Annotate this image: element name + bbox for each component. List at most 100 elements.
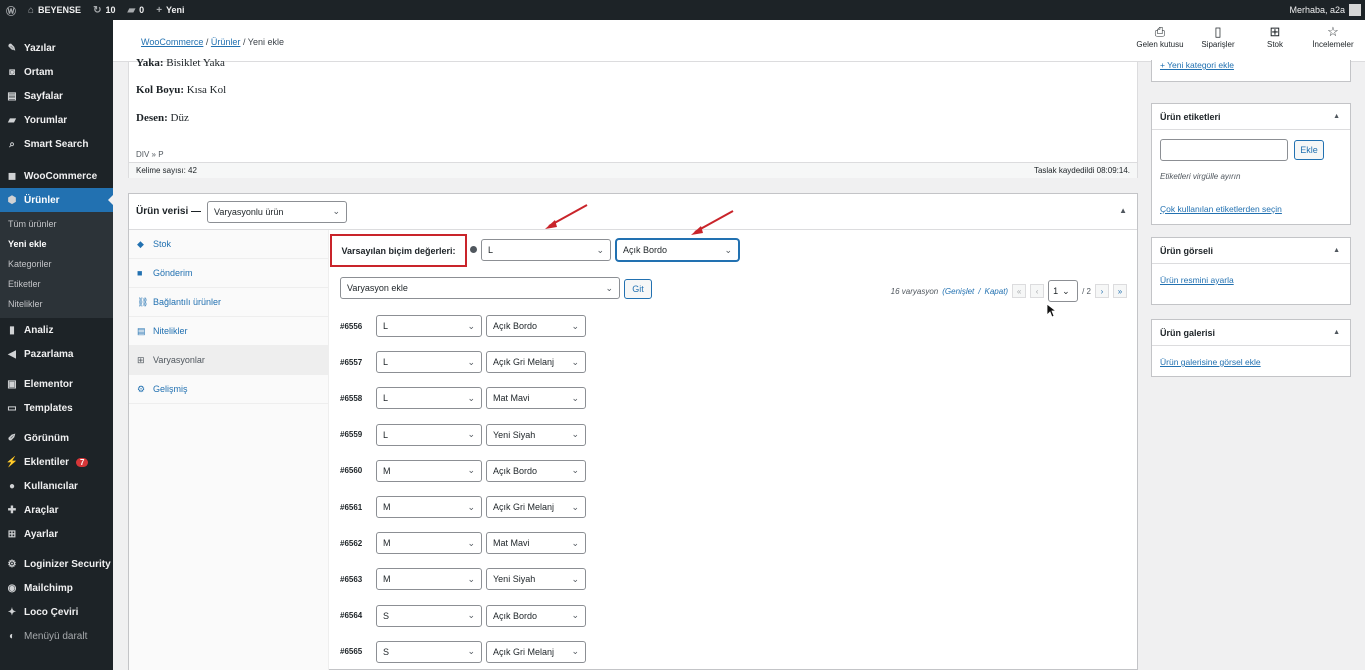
menu-collapse[interactable]: ◐ Menüyü daralt: [0, 624, 113, 648]
update-badge: 7: [76, 457, 89, 467]
next-page-button[interactable]: ›: [1095, 284, 1109, 298]
variation-size-select[interactable]: L ⌄: [376, 423, 482, 446]
variation-row[interactable]: #6558 L ⌄ Mat Mavi ⌄: [340, 387, 586, 410]
set-image-link[interactable]: Ürün resmini ayarla: [1160, 275, 1234, 285]
variation-row[interactable]: #6559 L ⌄ Yeni Siyah ⌄: [340, 423, 586, 446]
crumb-woocommerce[interactable]: WooCommerce: [141, 37, 203, 47]
variation-size-select[interactable]: L ⌄: [376, 351, 482, 374]
page-select[interactable]: 1 ⌄: [1048, 280, 1079, 302]
account-link[interactable]: Merhaba, a2a: [1289, 4, 1365, 16]
prev-page-button[interactable]: ‹: [1030, 284, 1045, 298]
first-page-button[interactable]: «: [1012, 284, 1027, 298]
tab-list[interactable]: ▤ Nitelikler: [129, 317, 328, 346]
tab-truck[interactable]: ■ Gönderim: [129, 259, 328, 288]
tags-input[interactable]: [1160, 139, 1288, 161]
close-link[interactable]: Kapat): [985, 287, 1009, 296]
variation-row[interactable]: #6562 M ⌄ Mat Mavi ⌄: [340, 532, 586, 555]
variation-row[interactable]: #6557 L ⌄ Açık Gri Melanj ⌄: [340, 351, 586, 374]
updates-link[interactable]: ↻ 10: [87, 0, 121, 20]
variation-color-select[interactable]: Açık Bordo ⌄: [486, 315, 586, 337]
variation-color-select[interactable]: Yeni Siyah ⌄: [486, 423, 586, 446]
variation-size-select[interactable]: M ⌄: [376, 459, 482, 482]
submenu-item[interactable]: Nitelikler: [0, 294, 113, 314]
stock-button[interactable]: ⊞ Stok: [1251, 24, 1299, 49]
menu-elementor[interactable]: ▣ Elementor: [0, 372, 113, 396]
inbox-button[interactable]: ⎙ Gelen kutusu: [1136, 24, 1184, 49]
orders-button[interactable]: ▯ Siparişler: [1194, 24, 1242, 49]
menu-kullan-c-lar[interactable]: ● Kullanıcılar: [0, 474, 113, 498]
menu-eklentiler[interactable]: ⚡ Eklentiler 7: [0, 450, 113, 474]
crumb-products[interactable]: Ürünler: [211, 37, 241, 47]
new-content-link[interactable]: + Yeni: [150, 0, 190, 20]
menu-mailchimp[interactable]: ◉ Mailchimp: [0, 576, 113, 600]
go-button[interactable]: Git: [624, 279, 652, 299]
menu-smart-search[interactable]: ⌕ Smart Search: [0, 132, 113, 156]
reviews-button[interactable]: ☆ İncelemeler: [1309, 24, 1357, 49]
menu-sayfalar[interactable]: ▤ Sayfalar: [0, 84, 113, 108]
menu-ayarlar[interactable]: ⊞ Ayarlar: [0, 522, 113, 546]
menu-woocommerce[interactable]: ◼ WooCommerce: [0, 164, 113, 188]
tab-grid[interactable]: ⊞ Varyasyonlar: [129, 346, 328, 375]
wp-logo[interactable]: Ⓦ: [0, 0, 22, 20]
bulk-action-select[interactable]: Varyasyon ekle ⌄: [340, 277, 620, 299]
variation-size-select[interactable]: M ⌄: [376, 532, 482, 555]
variation-row[interactable]: #6563 M ⌄ Yeni Siyah ⌄: [340, 568, 586, 591]
variation-row[interactable]: #6565 S ⌄ Açık Gri Melanj ⌄: [340, 640, 586, 663]
add-gallery-link[interactable]: Ürün galerisine görsel ekle: [1160, 357, 1261, 367]
menu-loco-eviri[interactable]: ✦ Loco Çeviri: [0, 600, 113, 624]
menu-g-r-n-m[interactable]: ✐ Görünüm: [0, 426, 113, 450]
submenu-item[interactable]: Etiketler: [0, 274, 113, 294]
variation-color-select[interactable]: Açık Gri Melanj ⌄: [486, 351, 586, 374]
menu-ara-lar[interactable]: ✚ Araçlar: [0, 498, 113, 522]
default-size-select[interactable]: L ⌄: [481, 239, 611, 261]
menu-pazarlama[interactable]: ◀ Pazarlama: [0, 342, 113, 366]
menu-yaz-lar[interactable]: ✎ Yazılar: [0, 36, 113, 60]
help-icon[interactable]: [470, 246, 477, 253]
variation-size-select[interactable]: S ⌄: [376, 640, 482, 663]
tags-header[interactable]: Ürün etiketleri ▲: [1152, 104, 1350, 130]
menu-templates[interactable]: ▭ Templates: [0, 396, 113, 420]
submenu-item[interactable]: Kategoriler: [0, 254, 113, 274]
last-page-button[interactable]: »: [1113, 284, 1127, 298]
menu-yorumlar[interactable]: ▰ Yorumlar: [0, 108, 113, 132]
product-type-select[interactable]: Varyasyonlu ürün ⌄: [207, 200, 348, 223]
variation-row[interactable]: #6561 M ⌄ Açık Gri Melanj ⌄: [340, 496, 586, 518]
analytics-icon: ▮: [9, 324, 15, 336]
comments-link[interactable]: ▰ 0: [121, 0, 150, 20]
variation-color-select[interactable]: Açık Bordo ⌄: [486, 459, 586, 482]
variation-color-select[interactable]: Yeni Siyah ⌄: [486, 568, 586, 591]
variation-size-select[interactable]: L ⌄: [376, 387, 482, 410]
popular-tags-link[interactable]: Çok kullanılan etiketlerden seçin: [1160, 204, 1282, 214]
variation-size-select[interactable]: M ⌄: [376, 568, 482, 591]
menu-products[interactable]: ⬢ Ürünler: [0, 188, 113, 212]
menu-analiz[interactable]: ▮ Analiz: [0, 318, 113, 342]
variation-size-select[interactable]: L ⌄: [376, 315, 482, 337]
content-editor[interactable]: Yaka: Bisiklet Yaka Kol Boyu: Kısa Kol D…: [128, 57, 1138, 178]
variation-row[interactable]: #6564 S ⌄ Açık Bordo ⌄: [340, 604, 586, 627]
site-name-link[interactable]: ⌂ BEYENSE: [22, 0, 87, 20]
menu-loginizer-security[interactable]: ⚙ Loginizer Security: [0, 552, 113, 576]
default-color-select[interactable]: Açık Bordo ⌄: [616, 239, 739, 261]
menu-ortam[interactable]: ◙ Ortam: [0, 60, 113, 84]
tab-stock[interactable]: ◆ Stok: [129, 230, 328, 259]
gallery-header[interactable]: Ürün galerisi ▲: [1152, 320, 1350, 346]
variation-color-select[interactable]: Açık Bordo ⌄: [486, 604, 586, 627]
submenu-item[interactable]: Yeni ekle: [0, 234, 113, 254]
variation-size-select[interactable]: S ⌄: [376, 604, 482, 627]
submenu-item[interactable]: Tüm ürünler: [0, 214, 113, 234]
expand-link[interactable]: (Genişlet: [942, 287, 974, 296]
variation-color-select[interactable]: Açık Gri Melanj ⌄: [486, 496, 586, 518]
image-header[interactable]: Ürün görseli ▲: [1152, 238, 1350, 264]
variation-row[interactable]: #6556 L ⌄ Açık Bordo ⌄: [340, 315, 586, 337]
tab-link[interactable]: ⛓ Bağlantılı ürünler: [129, 288, 328, 317]
variation-size-select[interactable]: M ⌄: [376, 496, 482, 518]
add-category-link[interactable]: + Yeni kategori ekle: [1160, 60, 1234, 70]
variation-color-select[interactable]: Mat Mavi ⌄: [486, 387, 586, 410]
chevron-down-icon: ⌄: [571, 320, 579, 331]
collapse-toggle-icon[interactable]: ▲: [1119, 206, 1127, 215]
add-tag-button[interactable]: Ekle: [1294, 140, 1324, 160]
variation-row[interactable]: #6560 M ⌄ Açık Bordo ⌄: [340, 459, 586, 482]
tab-gear[interactable]: ⚙ Gelişmiş: [129, 375, 328, 404]
variation-color-select[interactable]: Mat Mavi ⌄: [486, 532, 586, 555]
variation-color-select[interactable]: Açık Gri Melanj ⌄: [486, 640, 586, 663]
